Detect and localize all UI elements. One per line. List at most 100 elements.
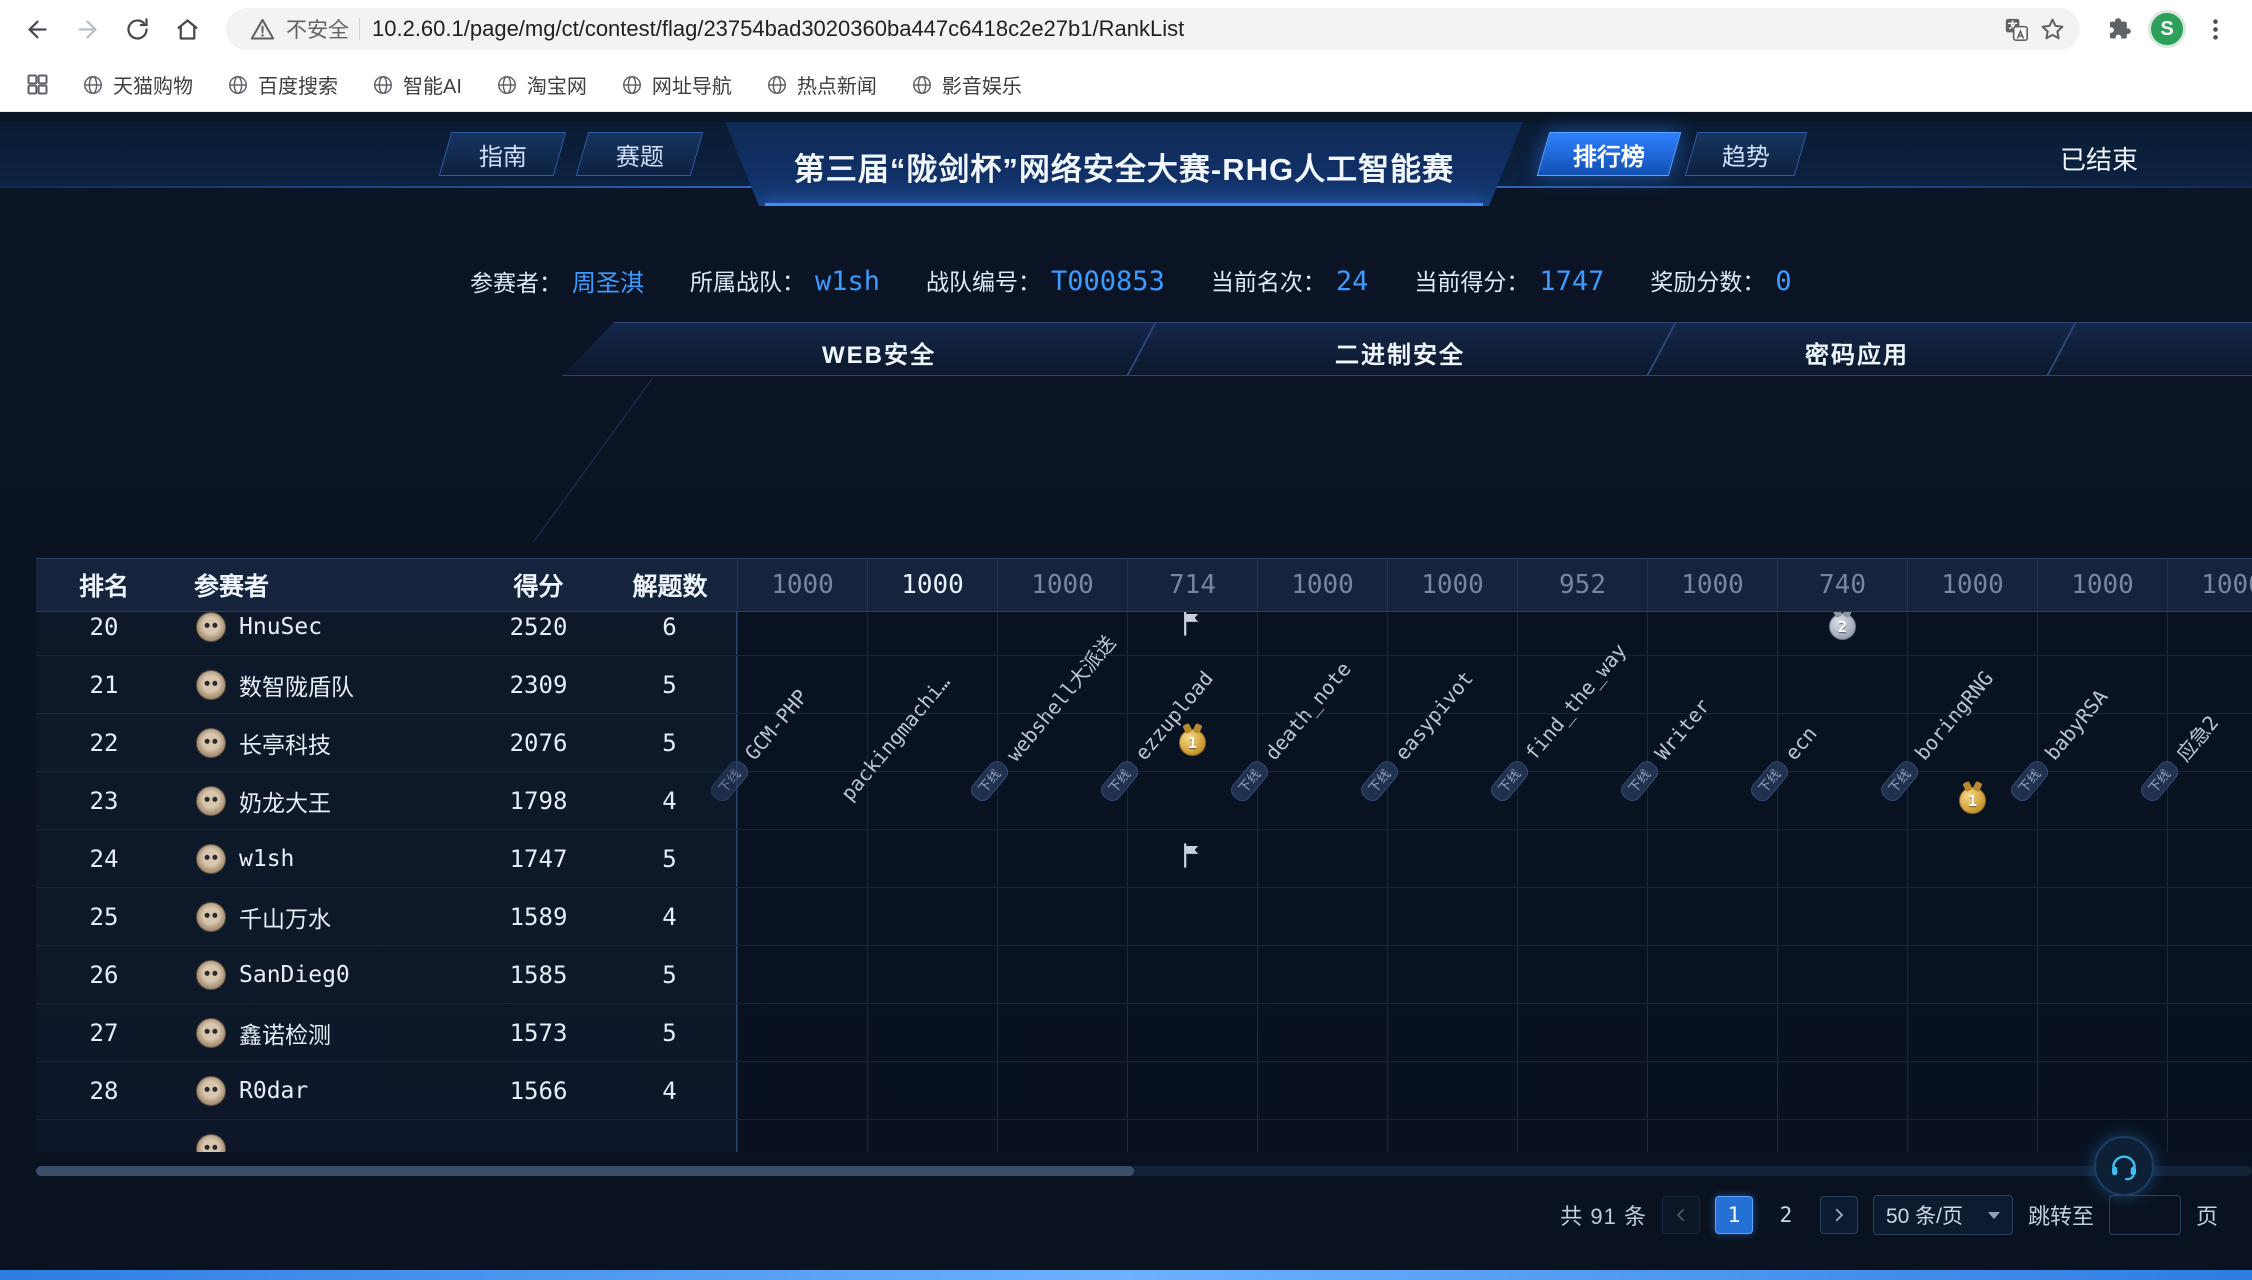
next-page-button[interactable]: [1820, 1196, 1858, 1234]
solved-cell: 5: [603, 1004, 737, 1061]
challenge-cell: [1907, 946, 2037, 1003]
bookmark-item[interactable]: 天猫购物: [82, 70, 193, 99]
page-button-1[interactable]: 1: [1715, 1196, 1753, 1234]
page-size-value: 50 条/页: [1886, 1200, 1963, 1230]
globe-icon: [911, 74, 933, 96]
bookmark-label: 淘宝网: [527, 70, 587, 99]
column-points: 1000: [2167, 559, 2252, 611]
table-row[interactable]: 20HnuSec252062: [36, 612, 2252, 656]
tab-ranklist[interactable]: 排行榜: [1537, 132, 1682, 176]
table-body-inner: 20HnuSec25206221数智陇盾队2309522长亭科技20765123…: [36, 612, 2252, 1152]
globe-icon: [227, 74, 249, 96]
table-row[interactable]: 24w1sh17475: [36, 830, 2252, 888]
challenge-cell: [867, 946, 997, 1003]
challenge-cell: [997, 656, 1127, 713]
team-id-info: 战队编号： T000853: [926, 263, 1165, 297]
bookmark-item[interactable]: 淘宝网: [496, 70, 587, 99]
table-row[interactable]: 28R0dar15664: [36, 1062, 2252, 1120]
table-row[interactable]: 22长亭科技207651: [36, 714, 2252, 772]
player-name: 鑫诺检测: [239, 1016, 331, 1050]
rank-cell: 20: [36, 612, 172, 655]
challenge-cell: [2037, 656, 2167, 713]
medal-gold-icon: 1: [1959, 787, 1986, 814]
challenge-cell: [1647, 714, 1777, 771]
column-points: 1000: [867, 559, 997, 611]
table-row[interactable]: 21数智陇盾队23095: [36, 656, 2252, 714]
globe-icon: [621, 74, 643, 96]
support-fab[interactable]: [2094, 1136, 2154, 1196]
challenge-cell: [2037, 946, 2167, 1003]
challenge-cell: [737, 1062, 867, 1119]
url-text: 10.2.60.1/page/mg/ct/contest/flag/23754b…: [372, 16, 1184, 42]
challenge-cell: [867, 830, 997, 887]
challenge-cell: [1387, 888, 1517, 945]
challenge-cell: [1387, 1120, 1517, 1152]
challenge-cell: [1517, 946, 1647, 1003]
solved-cell: 6: [603, 612, 737, 655]
challenge-cell: [997, 946, 1127, 1003]
player-info-row: 参赛者： 周圣淇 所属战队： w1sh 战队编号： T000853 当前名次： …: [470, 258, 1792, 302]
page-size-select[interactable]: 50 条/页: [1873, 1195, 2013, 1235]
prev-page-button[interactable]: [1662, 1196, 1700, 1234]
profile-avatar[interactable]: S: [2148, 10, 2186, 48]
challenge-cell: [1517, 612, 1647, 655]
table-row[interactable]: 27鑫诺检测15735: [36, 1004, 2252, 1062]
table-row[interactable]: 26SanDieg015855: [36, 946, 2252, 1004]
bottom-accent-bar: [0, 1270, 2252, 1280]
table-row[interactable]: [36, 1120, 2252, 1152]
tab-guide[interactable]: 指南: [439, 132, 567, 176]
challenge-cell: [1647, 1120, 1777, 1152]
challenge-cell: [2037, 714, 2167, 771]
category-title: 密码应用: [1805, 335, 1909, 370]
bookmark-star-icon[interactable]: [2034, 11, 2070, 47]
bookmark-item[interactable]: 热点新闻: [766, 70, 877, 99]
page-button-2[interactable]: 2: [1767, 1196, 1805, 1234]
home-button[interactable]: [166, 8, 208, 50]
menu-kebab-icon[interactable]: [2194, 8, 2236, 50]
table-row[interactable]: 25千山万水15894: [36, 888, 2252, 946]
scrollbar-thumb[interactable]: [36, 1166, 1134, 1176]
rank-cell: [36, 1120, 172, 1152]
table-row[interactable]: 23奶龙大王179841: [36, 772, 2252, 830]
challenge-cell: [2167, 830, 2252, 887]
challenge-cell: [1517, 714, 1647, 771]
challenge-cell: 2: [1777, 612, 1907, 655]
forward-button[interactable]: [66, 8, 108, 50]
flag-icon: [1179, 612, 1206, 644]
bookmark-item[interactable]: 百度搜索: [227, 70, 338, 99]
rank-cell: 26: [36, 946, 172, 1003]
translate-icon[interactable]: [1998, 11, 2034, 47]
bookmark-item[interactable]: 网址导航: [621, 70, 732, 99]
bookmark-item[interactable]: 智能AI: [372, 70, 462, 99]
browser-window: 不安全 10.2.60.1/page/mg/ct/contest/flag/23…: [0, 0, 2252, 1280]
challenge-cell: [867, 714, 997, 771]
address-bar[interactable]: 不安全 10.2.60.1/page/mg/ct/contest/flag/23…: [226, 8, 2080, 50]
avatar: [196, 960, 226, 990]
avatar: [196, 612, 226, 642]
jump-page-input[interactable]: [2109, 1195, 2181, 1235]
challenge-cell: [1777, 946, 1907, 1003]
solved-cell: [603, 1120, 737, 1152]
tab-challenges[interactable]: 赛题: [576, 132, 704, 176]
participant-info: 参赛者： 周圣淇: [470, 263, 644, 298]
challenge-cell: [1647, 612, 1777, 655]
tab-trend[interactable]: 趋势: [1685, 132, 1808, 176]
challenge-cell: [1127, 772, 1257, 829]
globe-icon: [496, 74, 518, 96]
challenge-cell: [1257, 830, 1387, 887]
category-divider: [1646, 323, 1677, 377]
player-name: 奶龙大王: [239, 784, 331, 818]
refresh-button[interactable]: [116, 8, 158, 50]
avatar: [196, 1076, 226, 1106]
bookmark-label: 百度搜索: [258, 70, 338, 99]
apps-grid-icon[interactable]: [16, 64, 58, 106]
back-button[interactable]: [16, 8, 58, 50]
challenge-cell: [737, 656, 867, 713]
score-cell: 1798: [474, 772, 603, 829]
challenge-cell: [1517, 888, 1647, 945]
horizontal-scrollbar[interactable]: [36, 1166, 2252, 1176]
challenge-cell: [997, 612, 1127, 655]
bookmark-item[interactable]: 影音娱乐: [911, 70, 1022, 99]
player-cell: HnuSec: [172, 612, 474, 655]
extensions-icon[interactable]: [2098, 8, 2140, 50]
